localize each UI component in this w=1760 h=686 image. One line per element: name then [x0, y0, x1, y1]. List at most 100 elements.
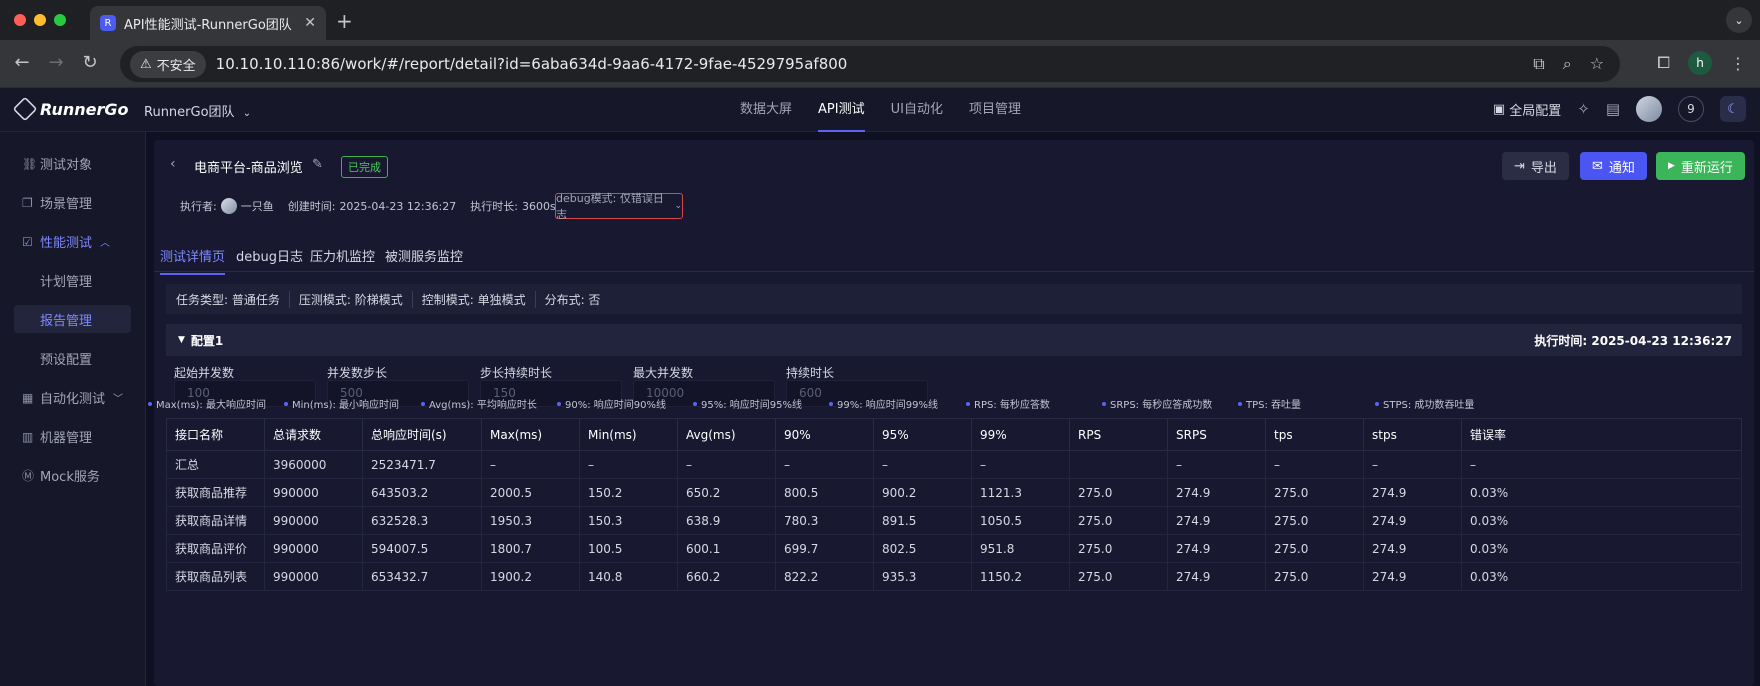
maximize-window-button[interactable]: [54, 14, 66, 26]
table-cell: 0.03%: [1461, 534, 1742, 563]
sidebar-item-automation[interactable]: ▦ 自动化测试 ﹀: [0, 378, 145, 417]
table-row: 获取商品评价 990000 594007.5 1800.7 100.5 600.1 699.…: [166, 534, 1742, 563]
table-cell: 650.2: [677, 478, 776, 507]
debug-mode-value: debug模式: 仅错误日志: [556, 192, 664, 221]
insecure-badge[interactable]: ⚠ 不安全: [130, 50, 206, 78]
table-cell: –: [579, 450, 678, 479]
export-button[interactable]: ⇥ 导出: [1502, 152, 1569, 180]
member-count-badge[interactable]: 9: [1678, 96, 1704, 122]
browser-tab[interactable]: R API性能测试-RunnerGo团队 ✕: [90, 6, 326, 40]
tab-load-machine-monitor[interactable]: 压力机监控: [310, 246, 375, 273]
user-avatar[interactable]: [1636, 96, 1662, 122]
legend-item: RPS: 每秒应答数: [966, 396, 1050, 411]
table-cell: 275.0: [1069, 478, 1168, 507]
edit-icon[interactable]: ✎: [312, 157, 323, 172]
sidebar-item-mock[interactable]: Ⓜ Mock服务: [0, 456, 145, 495]
zoom-icon[interactable]: ⌕: [1563, 54, 1572, 74]
table-cell: 275.0: [1265, 562, 1364, 591]
field-label-max-concurrency: 最大并发数: [633, 366, 694, 380]
table-cell: 699.7: [775, 534, 874, 563]
extensions-icon[interactable]: ⧠: [1657, 53, 1670, 73]
tab-debug-log[interactable]: debug日志: [236, 246, 303, 273]
moon-icon[interactable]: ☾: [1720, 96, 1746, 122]
sidebar-item-label: 性能测试: [40, 236, 93, 251]
profile-avatar[interactable]: h: [1688, 51, 1712, 75]
column-header: tps: [1265, 418, 1364, 451]
nav-data-screen[interactable]: 数据大屏: [740, 88, 792, 132]
tab-title: API性能测试-RunnerGo团队: [124, 17, 292, 33]
browser-menu-icon[interactable]: ⋮: [1730, 54, 1746, 73]
layers-icon: ❐: [22, 195, 33, 210]
table-cell: 274.9: [1363, 478, 1462, 507]
legend-item: TPS: 吞吐量: [1238, 396, 1301, 411]
reload-icon[interactable]: ↻: [78, 52, 102, 73]
sidebar-item-scene[interactable]: ❐ 场景管理: [0, 183, 145, 222]
close-window-button[interactable]: [14, 14, 26, 26]
notify-button[interactable]: ✉ 通知: [1580, 152, 1647, 180]
table-row: 获取商品推荐 990000 643503.2 2000.5 150.2 650.2 800.…: [166, 478, 1742, 507]
address-bar[interactable]: ⚠ 不安全 10.10.10.110:86/work/#/report/deta…: [120, 46, 1620, 82]
config-section-header[interactable]: ▼ 配置1 执行时间: 2025-04-23 12:36:27: [166, 324, 1742, 356]
sidebar-item-report[interactable]: 报告管理: [14, 305, 131, 333]
table-cell: 275.0: [1265, 506, 1364, 535]
column-header: 90%: [775, 418, 874, 451]
config-exec-time: 执行时间: 2025-04-23 12:36:27: [1534, 334, 1732, 348]
browser-toolbar: ← → ↻ ⚠ 不安全 10.10.10.110:86/work/#/repor…: [0, 40, 1760, 88]
team-selector[interactable]: RunnerGo团队 ⌄: [144, 101, 251, 120]
translate-icon[interactable]: ⧉: [1533, 54, 1544, 74]
table-cell: 获取商品详情: [166, 506, 265, 535]
legend-item: Max(ms): 最大响应时间: [148, 396, 266, 411]
table-row: 获取商品详情 990000 632528.3 1950.3 150.3 638.9 780.…: [166, 506, 1742, 535]
legend-item: 90%: 响应时间90%线: [557, 396, 666, 411]
nav-project-management[interactable]: 项目管理: [969, 88, 1021, 132]
url-text[interactable]: 10.10.10.110:86/work/#/report/detail?id=…: [216, 55, 848, 73]
tab-test-detail[interactable]: 测试详情页: [160, 246, 226, 275]
table-cell: 获取商品推荐: [166, 478, 265, 507]
team-name: RunnerGo团队: [144, 105, 235, 120]
sidebar-item-performance[interactable]: ☑ 性能测试 ︿: [0, 222, 145, 261]
notify-label: 通知: [1608, 160, 1635, 176]
nav-ui-automation[interactable]: UI自动化: [891, 88, 943, 132]
table-cell: 100.5: [579, 534, 678, 563]
plugin-icon[interactable]: ✧: [1577, 100, 1590, 118]
sidebar-item-test-object[interactable]: ⛓ 测试对象: [0, 144, 145, 183]
table-cell: 0.03%: [1461, 506, 1742, 535]
new-tab-icon[interactable]: +: [336, 9, 353, 33]
table-cell: 0.03%: [1461, 562, 1742, 591]
sidebar-item-label: 场景管理: [40, 197, 93, 212]
debug-mode-select[interactable]: debug模式: 仅错误日志 ⌄: [555, 192, 683, 221]
browser-tab-bar: R API性能测试-RunnerGo团队 ✕ + ⌄: [0, 0, 1760, 40]
tab-service-monitor[interactable]: 被测服务监控: [385, 246, 463, 273]
rerun-button[interactable]: ▶ 重新运行: [1656, 152, 1745, 180]
nav-api-test[interactable]: API测试: [818, 88, 865, 132]
insecure-label: 不安全: [156, 58, 196, 74]
sidebar-item-label: 自动化测试: [40, 392, 106, 407]
table-cell: 274.9: [1167, 506, 1266, 535]
minimize-window-button[interactable]: [34, 14, 46, 26]
back-chevron-icon[interactable]: ‹: [170, 156, 176, 172]
status-badge: 已完成: [341, 156, 388, 178]
table-cell: 274.9: [1167, 562, 1266, 591]
chevron-down-icon: ﹀: [113, 394, 124, 405]
chevron-down-icon: ⌄: [674, 201, 682, 211]
table-cell: 0.03%: [1461, 478, 1742, 507]
forward-arrow-icon[interactable]: →: [44, 52, 68, 73]
sidebar-item-preset[interactable]: 预设配置: [0, 339, 145, 378]
table-cell: –: [873, 450, 972, 479]
doc-icon[interactable]: ▤: [1606, 100, 1620, 118]
table-cell: 275.0: [1265, 478, 1364, 507]
column-header: RPS: [1069, 418, 1168, 451]
mock-icon: Ⓜ: [22, 469, 35, 483]
table-cell: 660.2: [677, 562, 776, 591]
back-arrow-icon[interactable]: ←: [10, 52, 34, 73]
sidebar-item-plan[interactable]: 计划管理: [0, 261, 145, 300]
app-logo[interactable]: RunnerGo: [12, 96, 128, 122]
close-tab-icon[interactable]: ✕: [304, 15, 316, 31]
global-config-button[interactable]: ▣ 全局配置: [1493, 100, 1561, 119]
bookmark-star-icon[interactable]: ☆: [1590, 54, 1604, 74]
column-header: 99%: [971, 418, 1070, 451]
sidebar-item-label: 机器管理: [40, 431, 93, 446]
sidebar-item-machine[interactable]: ▥ 机器管理: [0, 417, 145, 456]
table-cell: 274.9: [1363, 506, 1462, 535]
tab-search-icon[interactable]: ⌄: [1726, 7, 1752, 33]
